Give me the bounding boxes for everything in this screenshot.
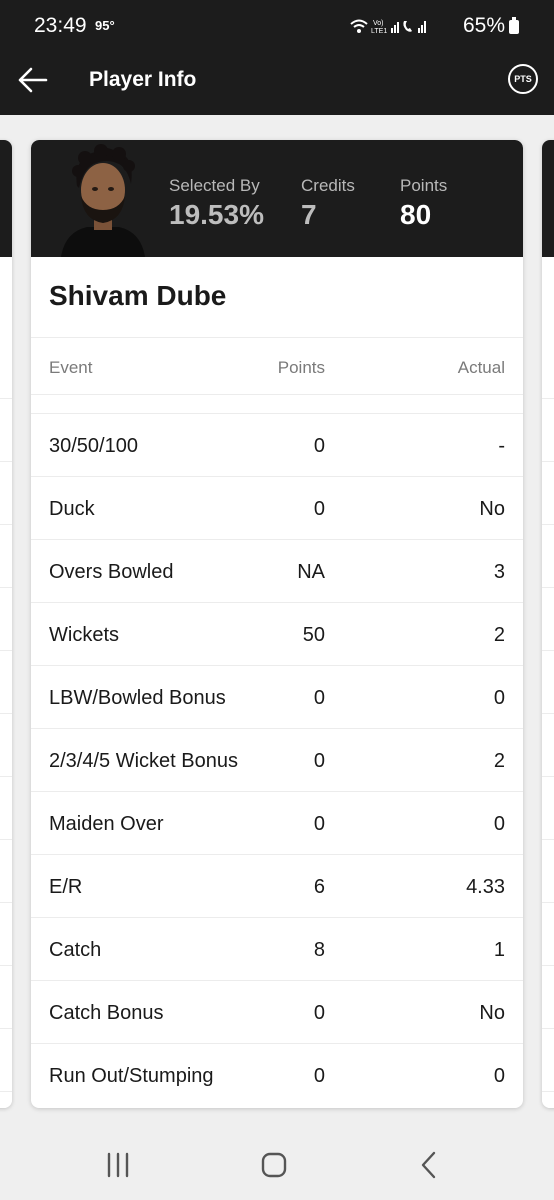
recents-button[interactable]: [104, 1150, 134, 1180]
table-row: Wickets 50 2: [31, 602, 523, 665]
points-cell: 6: [313, 876, 325, 898]
actual-cell: 4.33: [466, 876, 505, 898]
actual-cell: 1: [493, 939, 505, 961]
points-cell: 0: [313, 1065, 325, 1087]
event-cell: Wickets: [49, 624, 119, 646]
column-header-event: Event: [49, 358, 93, 377]
points-breakdown-table: 30/50/100 0 - Duck 0 No Overs Bowled NA …: [31, 413, 523, 1106]
stat-value: 19.53%: [169, 199, 264, 230]
actual-cell: 0: [493, 1065, 505, 1087]
back-button[interactable]: [16, 63, 56, 99]
points-stat: Points 80: [400, 176, 447, 231]
page-title: Player Info: [89, 68, 197, 91]
card-rows-stub: [542, 336, 554, 1108]
pts-button[interactable]: PTS: [508, 64, 538, 94]
table-row: LBW/Bowled Bonus 0 0: [31, 665, 523, 728]
player-card: Selected By 19.53% Credits 7 Points 80 S…: [31, 140, 523, 1108]
svg-text:LTE1: LTE1: [371, 28, 387, 35]
stat-label: Points: [400, 176, 448, 195]
home-icon: [261, 1152, 287, 1178]
table-row: 2/3/4/5 Wicket Bonus 0 2: [31, 728, 523, 791]
table-row: Catch 8 1: [31, 917, 523, 980]
points-cell: 0: [313, 1002, 325, 1024]
points-cell: 0: [313, 750, 325, 772]
chevron-left-icon: [421, 1151, 436, 1179]
actual-cell: No: [479, 1002, 505, 1024]
divider: [31, 337, 523, 338]
points-cell: NA: [297, 561, 325, 583]
event-cell: Maiden Over: [49, 813, 164, 835]
card-header-stub: [542, 140, 554, 257]
player-avatar: [61, 144, 145, 257]
points-cell: 0: [313, 687, 325, 709]
table-row: E/R 6 4.33: [31, 854, 523, 917]
stat-value: 80: [400, 199, 432, 230]
actual-cell: 3: [493, 561, 505, 583]
actual-cell: 2: [493, 624, 505, 646]
navigation-bar: [0, 1128, 554, 1200]
credits-stat: Credits 7: [301, 176, 355, 231]
table-row: Run Out/Stumping 0 0: [31, 1043, 523, 1106]
actual-cell: 2: [493, 750, 505, 772]
previous-player-card[interactable]: [0, 140, 12, 1108]
points-cell: 8: [313, 939, 325, 961]
event-cell: 2/3/4/5 Wicket Bonus: [49, 750, 238, 772]
event-cell: Run Out/Stumping: [49, 1065, 214, 1087]
recents-icon: [107, 1152, 129, 1178]
status-time: 23:49: [34, 14, 87, 37]
event-cell: E/R: [49, 876, 83, 898]
actual-cell: 0: [493, 813, 505, 835]
app-bar: Player Info PTS: [0, 52, 554, 115]
actual-cell: No: [479, 498, 505, 520]
event-cell: 30/50/100: [49, 435, 138, 457]
event-cell: LBW/Bowled Bonus: [49, 687, 226, 709]
player-card-header: Selected By 19.53% Credits 7 Points 80: [31, 140, 523, 257]
points-cell: 50: [302, 624, 325, 646]
event-cell: Catch: [49, 939, 102, 961]
player-name: Shivam Dube: [49, 280, 227, 311]
event-cell: Duck: [49, 498, 95, 520]
points-cell: 0: [313, 813, 325, 835]
battery-icon: [509, 17, 519, 34]
points-cell: 0: [313, 435, 325, 457]
actual-cell: -: [498, 435, 505, 457]
phone-screen: 23:49 95° Vo) LTE1 65% Player Info PTS S…: [0, 0, 554, 1200]
signal-icons: Vo) LTE1: [350, 19, 426, 35]
points-cell: 0: [313, 498, 325, 520]
arrow-left-icon: [18, 67, 48, 93]
table-row: Maiden Over 0 0: [31, 791, 523, 854]
table-row: 30/50/100 0 -: [31, 413, 523, 476]
event-cell: Catch Bonus: [49, 1002, 164, 1024]
status-bar: 23:49 95° Vo) LTE1 65%: [0, 0, 554, 52]
home-button[interactable]: [259, 1150, 289, 1180]
stat-label: Selected By: [169, 176, 260, 195]
svg-text:Vo): Vo): [373, 20, 384, 27]
battery-percentage: 65%: [463, 14, 506, 37]
status-temperature: 95°: [95, 18, 115, 33]
column-header-points: Points: [277, 358, 325, 377]
selected-by-stat: Selected By 19.53%: [169, 176, 264, 231]
card-rows-stub: [0, 336, 12, 1108]
actual-cell: 0: [493, 687, 505, 709]
column-header-actual: Actual: [457, 358, 505, 377]
table-row: Catch Bonus 0 No: [31, 980, 523, 1043]
card-header-stub: [0, 140, 12, 257]
table-row: Overs Bowled NA 3: [31, 539, 523, 602]
system-back-button[interactable]: [414, 1150, 444, 1180]
next-player-card[interactable]: [542, 140, 554, 1108]
table-row: Duck 0 No: [31, 476, 523, 539]
stat-label: Credits: [301, 176, 355, 195]
divider: [31, 394, 523, 395]
event-cell: Overs Bowled: [49, 561, 174, 583]
stat-value: 7: [301, 199, 317, 230]
